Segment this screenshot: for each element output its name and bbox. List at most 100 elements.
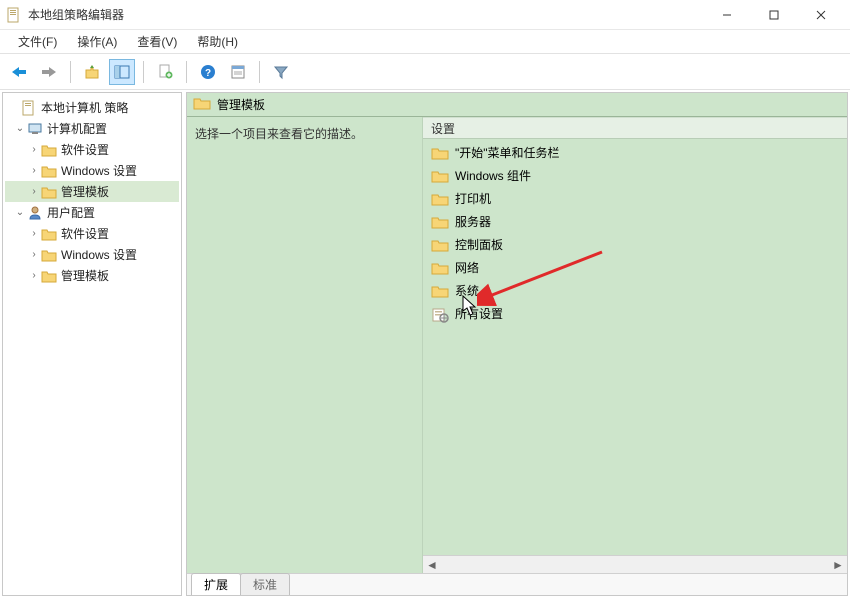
list-item[interactable]: 打印机 — [427, 187, 843, 210]
window-title: 本地组策略编辑器 — [28, 6, 124, 23]
tree-computer-admin-templates[interactable]: › 管理模板 — [5, 181, 179, 202]
filter-button[interactable] — [268, 59, 294, 85]
description-column: 选择一个项目来查看它的描述。 — [187, 117, 422, 573]
folder-icon — [41, 247, 57, 263]
tree-label: 本地计算机 策略 — [41, 99, 128, 116]
tree-computer-software[interactable]: › 软件设置 — [5, 139, 179, 160]
folder-icon — [431, 192, 449, 206]
header-title: 管理模板 — [217, 96, 265, 113]
folder-icon — [431, 215, 449, 229]
list-item-label: 服务器 — [455, 213, 491, 230]
tree-panel[interactable]: 本地计算机 策略 ⌄ 计算机配置 › 软件设置 › Windows 设置 › — [2, 92, 182, 596]
tabs-row: 扩展 标准 — [187, 573, 847, 595]
expander-expand-icon[interactable]: › — [27, 270, 41, 281]
forward-button[interactable] — [36, 59, 62, 85]
user-icon — [27, 205, 43, 221]
folder-icon — [431, 261, 449, 275]
expander-collapse-icon[interactable]: ⌄ — [13, 123, 27, 134]
back-button[interactable] — [6, 59, 32, 85]
expander-expand-icon[interactable]: › — [27, 249, 41, 260]
list-body[interactable]: "开始"菜单和任务栏 Windows 组件 打印机 服务器 — [423, 139, 847, 555]
tree-computer-config[interactable]: ⌄ 计算机配置 — [5, 118, 179, 139]
scroll-left-icon[interactable]: ◄ — [423, 556, 441, 574]
help-button[interactable]: ? — [195, 59, 221, 85]
folder-icon — [41, 163, 57, 179]
close-button[interactable] — [798, 1, 844, 29]
tree-user-config[interactable]: ⌄ 用户配置 — [5, 202, 179, 223]
right-header: 管理模板 — [187, 93, 847, 117]
expander-collapse-icon[interactable]: ⌄ — [13, 207, 27, 218]
minimize-button[interactable] — [704, 1, 750, 29]
toolbar: ? — [0, 54, 850, 90]
tree-label: 管理模板 — [61, 267, 109, 284]
expander-expand-icon[interactable]: › — [27, 186, 41, 197]
folder-icon — [41, 226, 57, 242]
tree-user-admin-templates[interactable]: › 管理模板 — [5, 265, 179, 286]
svg-text:?: ? — [205, 68, 211, 79]
list-item[interactable]: "开始"菜单和任务栏 — [427, 141, 843, 164]
tree-user-software[interactable]: › 软件设置 — [5, 223, 179, 244]
list-item[interactable]: Windows 组件 — [427, 164, 843, 187]
horizontal-scrollbar[interactable]: ◄ ► — [423, 555, 847, 573]
list-header[interactable]: 设置 — [423, 117, 847, 139]
list-item-label: 控制面板 — [455, 236, 503, 253]
tree-label: Windows 设置 — [61, 162, 137, 179]
list-item[interactable]: 控制面板 — [427, 233, 843, 256]
app-icon — [6, 7, 22, 23]
scroll-right-icon[interactable]: ► — [829, 556, 847, 574]
computer-icon — [27, 121, 43, 137]
tree-label: 软件设置 — [61, 141, 109, 158]
menu-file[interactable]: 文件(F) — [8, 31, 67, 52]
maximize-button[interactable] — [751, 1, 797, 29]
list-item-label: 打印机 — [455, 190, 491, 207]
list-item[interactable]: 服务器 — [427, 210, 843, 233]
tree-user-windows[interactable]: › Windows 设置 — [5, 244, 179, 265]
expander-expand-icon[interactable]: › — [27, 165, 41, 176]
description-text: 选择一个项目来查看它的描述。 — [195, 127, 363, 141]
tab-standard[interactable]: 标准 — [240, 573, 290, 595]
policy-icon — [21, 100, 37, 116]
list-item-system[interactable]: 系统 — [427, 279, 843, 302]
menu-view[interactable]: 查看(V) — [127, 31, 187, 52]
toolbar-separator — [143, 61, 144, 83]
titlebar: 本地组策略编辑器 — [0, 0, 850, 30]
list-item-label: 网络 — [455, 259, 479, 276]
right-body: 选择一个项目来查看它的描述。 设置 "开始"菜单和任务栏 Windows 组件 — [187, 117, 847, 573]
list-column: 设置 "开始"菜单和任务栏 Windows 组件 打印机 — [422, 117, 847, 573]
settings-icon — [431, 307, 449, 321]
list-header-label: 设置 — [431, 120, 455, 137]
expander-expand-icon[interactable]: › — [27, 228, 41, 239]
toolbar-separator — [259, 61, 260, 83]
menu-help[interactable]: 帮助(H) — [187, 31, 248, 52]
cursor-icon — [462, 295, 480, 317]
list-item-all-settings[interactable]: 所有设置 — [427, 302, 843, 325]
tree-computer-windows[interactable]: › Windows 设置 — [5, 160, 179, 181]
tree-label: 管理模板 — [61, 183, 109, 200]
up-button[interactable] — [79, 59, 105, 85]
folder-icon — [41, 142, 57, 158]
tree-label: 用户配置 — [47, 204, 95, 221]
properties-button[interactable] — [225, 59, 251, 85]
folder-icon — [431, 169, 449, 183]
list-item[interactable]: 网络 — [427, 256, 843, 279]
menubar: 文件(F) 操作(A) 查看(V) 帮助(H) — [0, 30, 850, 54]
tree-label: 软件设置 — [61, 225, 109, 242]
expander-expand-icon[interactable]: › — [27, 144, 41, 155]
right-panel: 管理模板 选择一个项目来查看它的描述。 设置 "开始"菜单和任务栏 Window… — [186, 92, 848, 596]
content-area: 本地计算机 策略 ⌄ 计算机配置 › 软件设置 › Windows 设置 › — [0, 90, 850, 598]
show-hide-tree-button[interactable] — [109, 59, 135, 85]
folder-icon — [41, 184, 57, 200]
list-item-label: Windows 组件 — [455, 167, 531, 184]
toolbar-separator — [186, 61, 187, 83]
tree-label: 计算机配置 — [47, 120, 107, 137]
toolbar-separator — [70, 61, 71, 83]
tree-root[interactable]: 本地计算机 策略 — [5, 97, 179, 118]
folder-icon — [431, 146, 449, 160]
window-controls — [704, 1, 844, 29]
folder-icon — [431, 238, 449, 252]
export-button[interactable] — [152, 59, 178, 85]
folder-icon — [41, 268, 57, 284]
menu-action[interactable]: 操作(A) — [67, 31, 127, 52]
folder-icon — [431, 284, 449, 298]
tab-extended[interactable]: 扩展 — [191, 573, 241, 595]
